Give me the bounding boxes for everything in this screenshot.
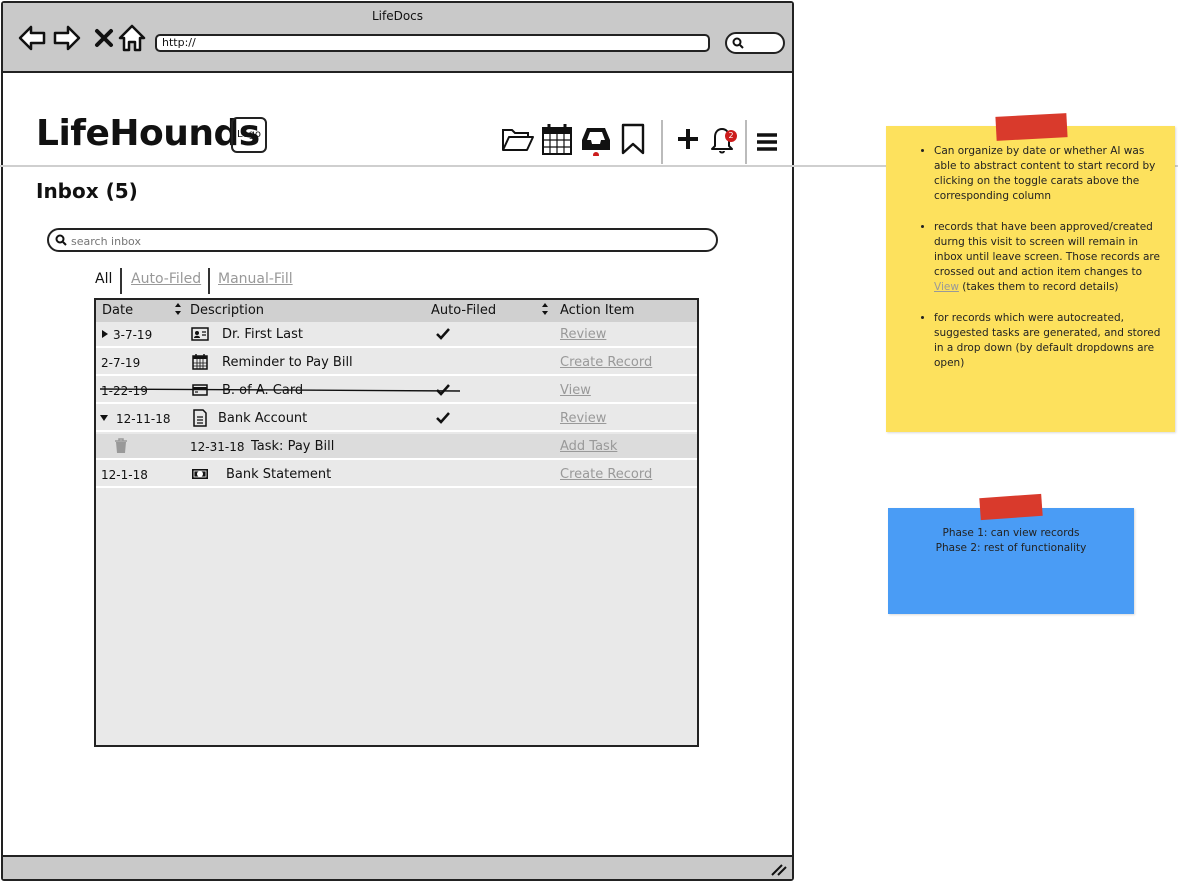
- header-divider: [745, 120, 747, 164]
- stop-icon[interactable]: [89, 23, 119, 53]
- note-bullet: Can organize by date or whether AI was a…: [934, 144, 1163, 204]
- inbox-table: Date Description Auto-Filed Action Item …: [94, 298, 699, 747]
- page-title: Inbox (5): [36, 179, 138, 203]
- tape-strip: [995, 113, 1068, 141]
- row-date: 12-11-18: [116, 412, 171, 426]
- row-action-link[interactable]: Create Record: [560, 355, 652, 370]
- browser-chrome: LifeDocs http://: [3, 3, 792, 73]
- tab-divider: [120, 268, 122, 294]
- blue-sticky-note: Phase 1: can view records Phase 2: rest …: [888, 508, 1134, 614]
- row-description: Reminder to Pay Bill: [222, 355, 353, 370]
- table-row: 3-7-19 Dr. First Last Review: [96, 322, 697, 348]
- back-icon[interactable]: [17, 23, 47, 53]
- tab-manual-fill[interactable]: Manual-Fill: [218, 271, 293, 287]
- caret-down-icon[interactable]: [100, 414, 108, 422]
- calendar-icon: [192, 354, 208, 370]
- table-row: 2-7-19 Reminder to Pay Bill Create Recor…: [96, 350, 697, 376]
- note-bullet-text: records that have been approved/created …: [934, 221, 1160, 278]
- column-header-description: Description: [190, 303, 265, 318]
- row-description: Task: Pay Bill: [251, 439, 335, 454]
- search-icon: [55, 234, 67, 246]
- row-action-link[interactable]: Review: [560, 411, 606, 426]
- row-date: 3-7-19: [113, 328, 153, 342]
- tab-divider: [208, 268, 210, 294]
- checkmark-icon: [436, 412, 450, 424]
- inbox-icon[interactable]: [579, 122, 613, 156]
- column-header-action-item: Action Item: [560, 303, 635, 318]
- document-icon: [193, 409, 207, 427]
- note-bullet: for records which were autocreated, sugg…: [934, 311, 1163, 371]
- bookmark-icon[interactable]: [617, 122, 651, 156]
- home-icon[interactable]: [117, 23, 147, 53]
- row-action-link[interactable]: Review: [560, 327, 606, 342]
- sort-toggle-icon[interactable]: [541, 302, 549, 316]
- table-row: 12-1-18 Bank Statement Create Record: [96, 462, 697, 488]
- row-description: Dr. First Last: [222, 327, 303, 342]
- plus-icon[interactable]: [671, 122, 705, 156]
- resize-grip-icon[interactable]: [768, 861, 788, 877]
- header-divider: [661, 120, 663, 164]
- brand-name: LifeHounds: [36, 113, 260, 154]
- search-input[interactable]: [69, 232, 673, 250]
- address-bar[interactable]: http://: [155, 34, 710, 52]
- column-header-date: Date: [102, 303, 134, 318]
- checkmark-icon: [436, 328, 450, 340]
- tape-strip: [979, 493, 1043, 521]
- table-row: 1-22-19 B. of A. Card View: [96, 378, 697, 404]
- browser-search-field[interactable]: [725, 32, 785, 54]
- search-bar[interactable]: [47, 228, 718, 252]
- note-bullet: records that have been approved/created …: [934, 220, 1163, 295]
- table-row: 12-11-18 Bank Account Review: [96, 406, 697, 432]
- column-header-auto-filed: Auto-Filed: [431, 303, 497, 318]
- row-description: Bank Account: [218, 411, 308, 426]
- note-line: Phase 1: can view records: [942, 527, 1080, 539]
- row-description: Bank Statement: [226, 467, 332, 482]
- id-card-icon: [191, 327, 209, 341]
- subtask-row: 12-31-18 Task: Pay Bill Add Task: [96, 434, 697, 460]
- folder-open-icon[interactable]: [501, 122, 535, 156]
- money-icon: [192, 469, 208, 479]
- caret-right-icon[interactable]: [101, 330, 109, 338]
- note-bullet-list: Can organize by date or whether AI was a…: [916, 144, 1163, 371]
- status-bar: [3, 855, 792, 879]
- row-date: 12-1-18: [101, 468, 148, 482]
- trash-icon[interactable]: [112, 437, 130, 455]
- row-date: 2-7-19: [101, 356, 141, 370]
- menu-icon[interactable]: [752, 127, 782, 157]
- note-text: Phase 1: can view records Phase 2: rest …: [888, 526, 1134, 556]
- yellow-sticky-note: Can organize by date or whether AI was a…: [886, 126, 1175, 432]
- note-bullet-text: (takes them to record details): [962, 281, 1119, 293]
- row-date: 12-31-18: [190, 440, 245, 454]
- search-icon: [732, 37, 744, 49]
- table-header: Date Description Auto-Filed Action Item: [96, 300, 697, 322]
- window-title: LifeDocs: [371, 9, 424, 23]
- calendar-icon[interactable]: [540, 122, 574, 156]
- sort-toggle-icon[interactable]: [174, 302, 182, 316]
- tab-all[interactable]: All: [95, 271, 112, 287]
- forward-icon[interactable]: [52, 23, 82, 53]
- row-action-link[interactable]: Create Record: [560, 467, 652, 482]
- row-action-link[interactable]: View: [560, 383, 591, 398]
- notification-badge: 2: [725, 130, 737, 142]
- logo: Logo: [231, 117, 267, 153]
- note-link: View: [934, 281, 959, 293]
- row-action-link[interactable]: Add Task: [560, 439, 617, 454]
- tab-auto-filed[interactable]: Auto-Filed: [131, 271, 201, 287]
- note-line: Phase 2: rest of functionality: [935, 542, 1087, 554]
- strikethrough-line: [100, 388, 460, 392]
